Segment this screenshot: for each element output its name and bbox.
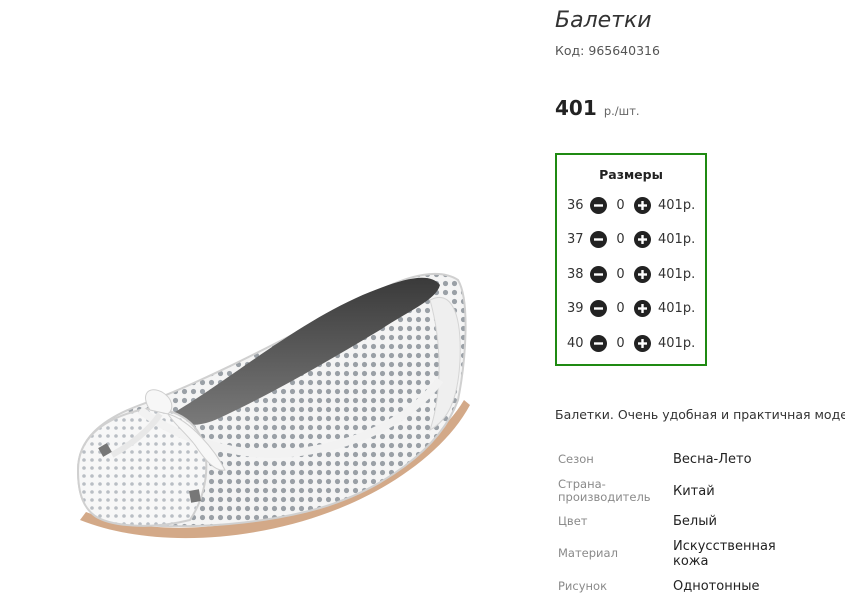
size-row-39: 39 0 401р. — [557, 292, 705, 327]
size-price: 401р. — [658, 301, 696, 317]
size-rows: 36 0 401р. 37 0 401р. 38 0 401р. 39 0 40… — [557, 188, 705, 361]
spec-label: Страна-производитель — [558, 477, 651, 504]
size-price: 401р. — [658, 266, 696, 282]
product-description: Балетки. Очень удобная и практичная моде — [555, 407, 845, 422]
minus-circle-icon[interactable] — [590, 300, 607, 318]
product-code-value: 965640316 — [588, 43, 660, 58]
product-code: Код: 965640316 — [555, 43, 660, 58]
product-image[interactable] — [0, 0, 548, 611]
size-price: 401р. — [658, 232, 696, 248]
spec-label: Материал — [558, 546, 618, 560]
spec-row-color: Цвет Белый — [558, 509, 818, 534]
minus-circle-icon[interactable] — [590, 334, 607, 352]
plus-circle-icon[interactable] — [634, 265, 651, 283]
spec-label: Сезон — [558, 452, 594, 466]
spec-label: Цвет — [558, 514, 588, 528]
quantity-value: 0 — [616, 335, 625, 351]
plus-circle-icon[interactable] — [634, 196, 651, 214]
size-label: 37 — [567, 232, 584, 248]
size-label: 39 — [567, 301, 584, 317]
plus-circle-icon[interactable] — [634, 300, 651, 318]
quantity-value: 0 — [616, 266, 625, 282]
quantity-value: 0 — [616, 301, 625, 317]
quantity-value: 0 — [616, 232, 625, 248]
minus-circle-icon[interactable] — [590, 265, 607, 283]
spec-row-country: Страна-производитель Китай — [558, 473, 818, 509]
size-label: 36 — [567, 197, 584, 213]
price-value: 401 — [555, 96, 597, 120]
sizes-title: Размеры — [599, 167, 663, 182]
size-price: 401р. — [658, 335, 696, 351]
plus-circle-icon[interactable] — [634, 231, 651, 249]
shoe-illustration — [76, 273, 470, 539]
spec-value: Искусственная кожа — [673, 538, 776, 569]
spec-value: Однотонные — [673, 578, 760, 594]
product-price: 401 р./шт. — [555, 96, 640, 120]
spec-label: Рисунок — [558, 578, 608, 593]
specs-table: Сезон Весна-Лето Страна-производитель Ки… — [558, 446, 818, 599]
spec-row-material: Материал Искусственная кожа — [558, 534, 818, 573]
size-label: 38 — [567, 266, 584, 282]
price-unit: р./шт. — [603, 104, 640, 118]
minus-circle-icon[interactable] — [590, 196, 607, 214]
sizes-panel: Размеры 36 0 401р. 37 0 401р. 38 0 401р.… — [555, 153, 707, 366]
spec-value: Белый — [673, 514, 717, 529]
size-row-40: 40 0 401р. — [557, 326, 705, 361]
spec-value: Китай — [673, 483, 715, 499]
spec-row-season: Сезон Весна-Лето — [558, 446, 818, 473]
plus-circle-icon[interactable] — [634, 334, 651, 352]
size-label: 40 — [567, 335, 584, 351]
product-code-label: Код: — [555, 43, 585, 58]
size-row-37: 37 0 401р. — [557, 223, 705, 258]
size-price: 401р. — [658, 197, 696, 213]
size-row-38: 38 0 401р. — [557, 257, 705, 292]
quantity-value: 0 — [616, 197, 625, 213]
spec-row-pattern: Рисунок Однотонные — [558, 573, 818, 599]
product-title: Балетки — [555, 8, 652, 33]
minus-circle-icon[interactable] — [590, 231, 607, 249]
spec-value: Весна-Лето — [673, 452, 752, 467]
size-row-36: 36 0 401р. — [557, 188, 705, 223]
